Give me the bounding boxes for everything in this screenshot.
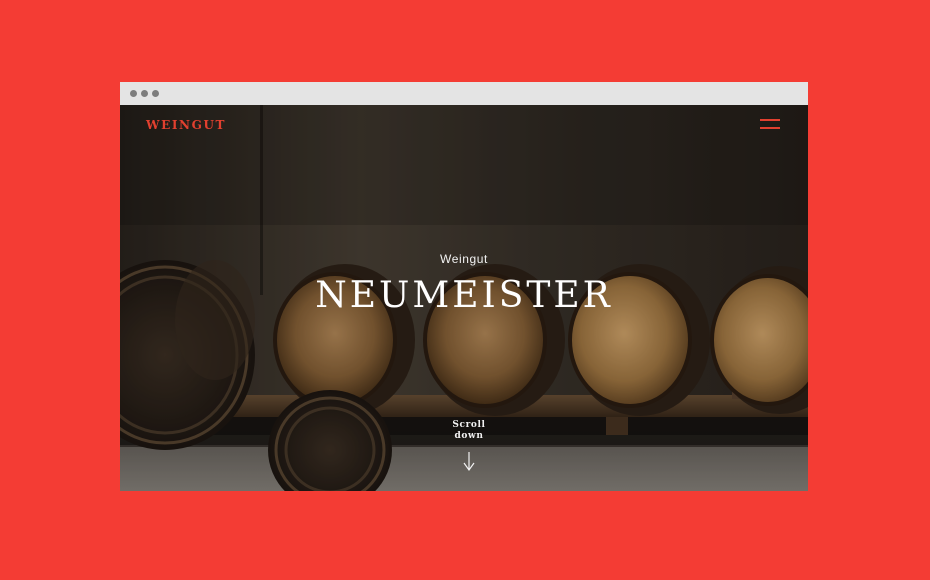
scroll-down-link[interactable]: Scroll down [439, 420, 499, 442]
scroll-label-line1: Scroll [452, 420, 486, 430]
window-dot-icon[interactable] [152, 90, 159, 97]
site-logo[interactable]: WEINGUT [146, 118, 226, 132]
hamburger-icon[interactable] [760, 119, 780, 131]
browser-window: WEINGUT Weingut NEUMEISTER Scroll down [120, 82, 808, 491]
arrow-down-icon[interactable] [462, 452, 476, 472]
window-dot-icon[interactable] [141, 90, 148, 97]
hero-kicker: Weingut [439, 252, 488, 266]
scroll-label-line2: down [454, 431, 484, 441]
window-dot-icon[interactable] [130, 90, 137, 97]
browser-toolbar [120, 82, 808, 105]
hero-section: WEINGUT Weingut NEUMEISTER Scroll down [120, 105, 808, 491]
page-background: WEINGUT Weingut NEUMEISTER Scroll down [0, 0, 930, 580]
page-title: NEUMEISTER [315, 275, 613, 316]
